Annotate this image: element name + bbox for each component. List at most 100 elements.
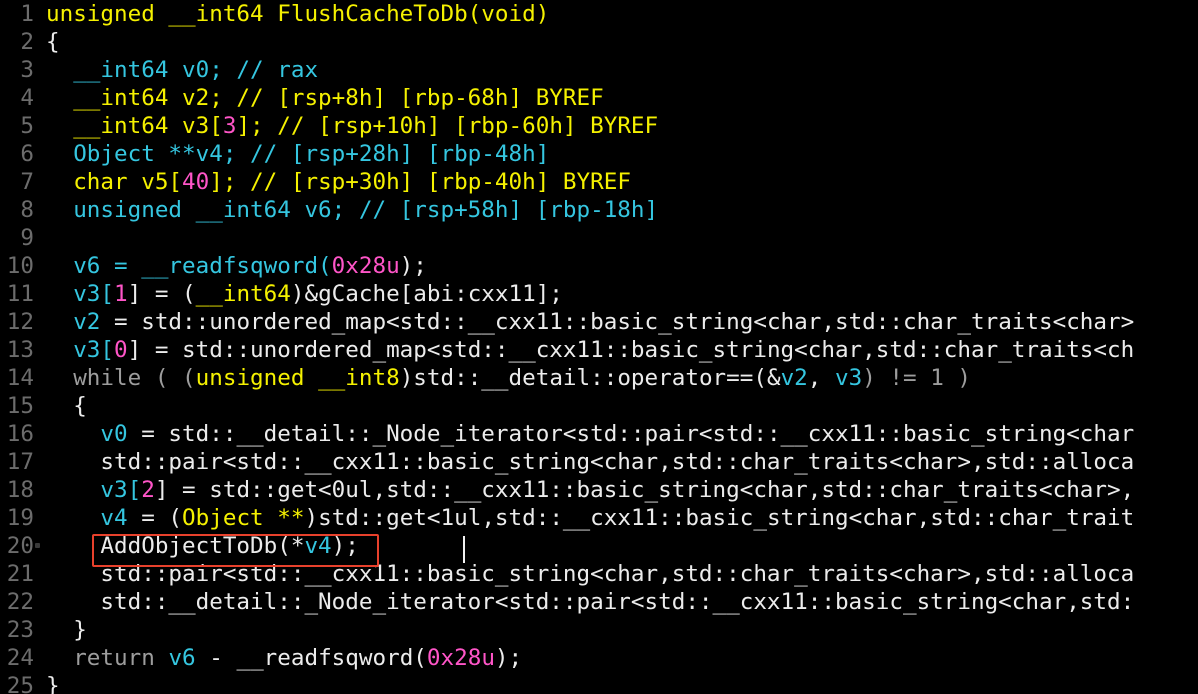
code-line[interactable]: 22 std::__detail::_Node_iterator<std::pa… <box>0 588 1198 616</box>
code-token: char v5[ <box>46 169 183 195</box>
line-number: 18 <box>6 477 34 503</box>
code-line[interactable]: 16 v0 = std::__detail::_Node_iterator<st… <box>0 420 1198 448</box>
code-line[interactable]: 21 std::pair<std::__cxx11::basic_string<… <box>0 560 1198 588</box>
code-line[interactable]: 18 v3[2] = std::get<0ul,std::__cxx11::ba… <box>0 476 1198 504</box>
code-text: v3[1] = (__int64)&gCache[abi:cxx11]; <box>46 280 563 308</box>
code-token: v0 <box>46 421 128 447</box>
code-token: ); <box>399 253 427 279</box>
code-token: v3[ <box>46 281 115 307</box>
code-line[interactable]: 10 v6 = __readfsqword(0x28u); <box>0 252 1198 280</box>
code-token: __int64 v2; // [rsp+8h] [rbp-68h] BYREF <box>46 85 604 111</box>
code-token: 2 <box>141 477 155 503</box>
code-text: std::__detail::_Node_iterator<std::pair<… <box>46 588 1134 616</box>
line-number: 10 <box>6 253 34 279</box>
code-text: v3[2] = std::get<0ul,std::__cxx11::basic… <box>46 476 1134 504</box>
code-token: v6 = __readfsqword( <box>46 253 332 279</box>
line-number: 12 <box>6 309 34 335</box>
line-number: 7 <box>20 169 34 195</box>
code-token: ); <box>494 645 523 671</box>
code-line[interactable]: 7 char v5[40]; // [rsp+30h] [rbp-40h] BY… <box>0 168 1198 196</box>
code-token: while ( ( <box>46 365 196 391</box>
line-number: 11 <box>6 281 34 307</box>
breakpoint-marker-icon[interactable] <box>35 543 40 548</box>
code-token: 3 <box>222 113 237 139</box>
code-token: v3[ <box>46 477 142 503</box>
code-line[interactable]: 23 } <box>0 616 1198 644</box>
code-text: __int64 v2; // [rsp+8h] [rbp-68h] BYREF <box>46 84 604 112</box>
code-line[interactable]: 11 v3[1] = (__int64)&gCache[abi:cxx11]; <box>0 280 1198 308</box>
code-line[interactable]: 15 { <box>0 392 1198 420</box>
line-number: 19 <box>6 505 34 531</box>
code-line[interactable]: 20 AddObjectToDb(*v4); <box>0 532 1198 560</box>
code-text: AddObjectToDb(*v4); <box>46 532 359 560</box>
line-number: 20 <box>6 533 34 559</box>
code-text: return v6 - __readfsqword(0x28u); <box>46 644 522 672</box>
code-token: std::__detail::_Node_iterator<std::pair<… <box>46 589 1135 615</box>
code-line[interactable]: 13 v3[0] = std::unordered_map<std::__cxx… <box>0 336 1198 364</box>
code-text: __int64 v3[3]; // [rsp+10h] [rbp-60h] BY… <box>46 112 658 140</box>
line-number: 14 <box>6 365 34 391</box>
line-number: 16 <box>6 421 34 447</box>
code-token: 40 <box>182 169 210 195</box>
code-token: unsigned __int64 FlushCacheToDb(void) <box>46 1 550 27</box>
code-line[interactable]: 2{ <box>0 28 1198 56</box>
code-token: v3 <box>835 365 863 391</box>
code-token: } <box>46 617 87 643</box>
code-text: v0 = std::__detail::_Node_iterator<std::… <box>46 420 1134 448</box>
code-token: 0 <box>114 337 128 363</box>
code-token: ); <box>331 533 359 559</box>
line-number: 22 <box>6 589 34 615</box>
code-line[interactable]: 3 __int64 v0; // rax <box>0 56 1198 84</box>
code-token: v4 <box>46 505 128 531</box>
code-token: AddObjectToDb(* <box>46 533 305 559</box>
code-token: Object ** <box>182 505 305 531</box>
code-line[interactable]: 19 v4 = (Object **)std::get<1ul,std::__c… <box>0 504 1198 532</box>
line-number: 3 <box>20 57 34 83</box>
text-caret <box>463 536 465 563</box>
code-token: return <box>46 645 169 671</box>
code-token: { <box>46 29 60 55</box>
code-line[interactable]: 8 unsigned __int64 v6; // [rsp+58h] [rbp… <box>0 196 1198 224</box>
line-number: 25 <box>6 673 34 694</box>
code-token: unsigned __int64 v6; // [rsp+58h] [rbp-1… <box>46 197 659 223</box>
code-text: v6 = __readfsqword(0x28u); <box>46 252 427 280</box>
code-text: std::pair<std::__cxx11::basic_string<cha… <box>46 560 1134 588</box>
code-token: = ( <box>127 505 183 531</box>
code-token: unsigned __int8 <box>195 365 400 391</box>
code-token: v6 <box>168 645 196 671</box>
line-number: 9 <box>20 225 34 251</box>
code-line[interactable]: 12 v2 = std::unordered_map<std::__cxx11:… <box>0 308 1198 336</box>
code-token: )&gCache[abi:cxx11]; <box>290 281 563 307</box>
code-line[interactable]: 4 __int64 v2; // [rsp+8h] [rbp-68h] BYRE… <box>0 84 1198 112</box>
line-number: 24 <box>6 645 34 671</box>
code-text: std::pair<std::__cxx11::basic_string<cha… <box>46 448 1134 476</box>
code-line[interactable]: 5 __int64 v3[3]; // [rsp+10h] [rbp-60h] … <box>0 112 1198 140</box>
code-text: char v5[40]; // [rsp+30h] [rbp-40h] BYRE… <box>46 168 631 196</box>
code-line[interactable]: 17 std::pair<std::__cxx11::basic_string<… <box>0 448 1198 476</box>
line-number: 13 <box>6 337 34 363</box>
code-text: } <box>46 616 87 644</box>
code-line[interactable]: 25} <box>0 672 1198 694</box>
code-token: __int64 v3[ <box>46 113 223 139</box>
code-token: { <box>46 393 87 419</box>
code-line[interactable]: 24 return v6 - __readfsqword(0x28u); <box>0 644 1198 672</box>
line-number: 6 <box>20 141 34 167</box>
code-token: = std::__detail::_Node_iterator<std::pai… <box>127 421 1135 447</box>
code-line[interactable]: 14 while ( (unsigned __int8)std::__detai… <box>0 364 1198 392</box>
code-token: )std::__detail::operator==(& <box>399 365 781 391</box>
line-number: 23 <box>6 617 34 643</box>
code-token: ] = std::get<0ul,std::__cxx11::basic_str… <box>154 477 1135 503</box>
code-token: )std::get<1ul,std::__cxx11::basic_string… <box>304 505 1135 531</box>
pseudocode-editor[interactable]: 1 unsigned __int64 FlushCacheToDb(void) 2{… <box>0 0 1198 694</box>
code-line[interactable]: 9 <box>0 224 1198 252</box>
code-token: ]; // [rsp+10h] [rbp-60h] BYREF <box>236 113 659 139</box>
code-text: Object **v4; // [rsp+28h] [rbp-48h] <box>46 140 549 168</box>
line-number: 21 <box>6 561 34 587</box>
code-line[interactable]: 1 unsigned __int64 FlushCacheToDb(void) <box>0 0 1198 28</box>
code-text: v2 = std::unordered_map<std::__cxx11::ba… <box>46 308 1134 336</box>
code-text: v3[0] = std::unordered_map<std::__cxx11:… <box>46 336 1134 364</box>
code-token: Object **v4; // [rsp+28h] [rbp-48h] <box>46 141 550 167</box>
line-number: 17 <box>6 449 34 475</box>
code-token: v3[ <box>46 337 115 363</box>
code-line[interactable]: 6 Object **v4; // [rsp+28h] [rbp-48h] <box>0 140 1198 168</box>
